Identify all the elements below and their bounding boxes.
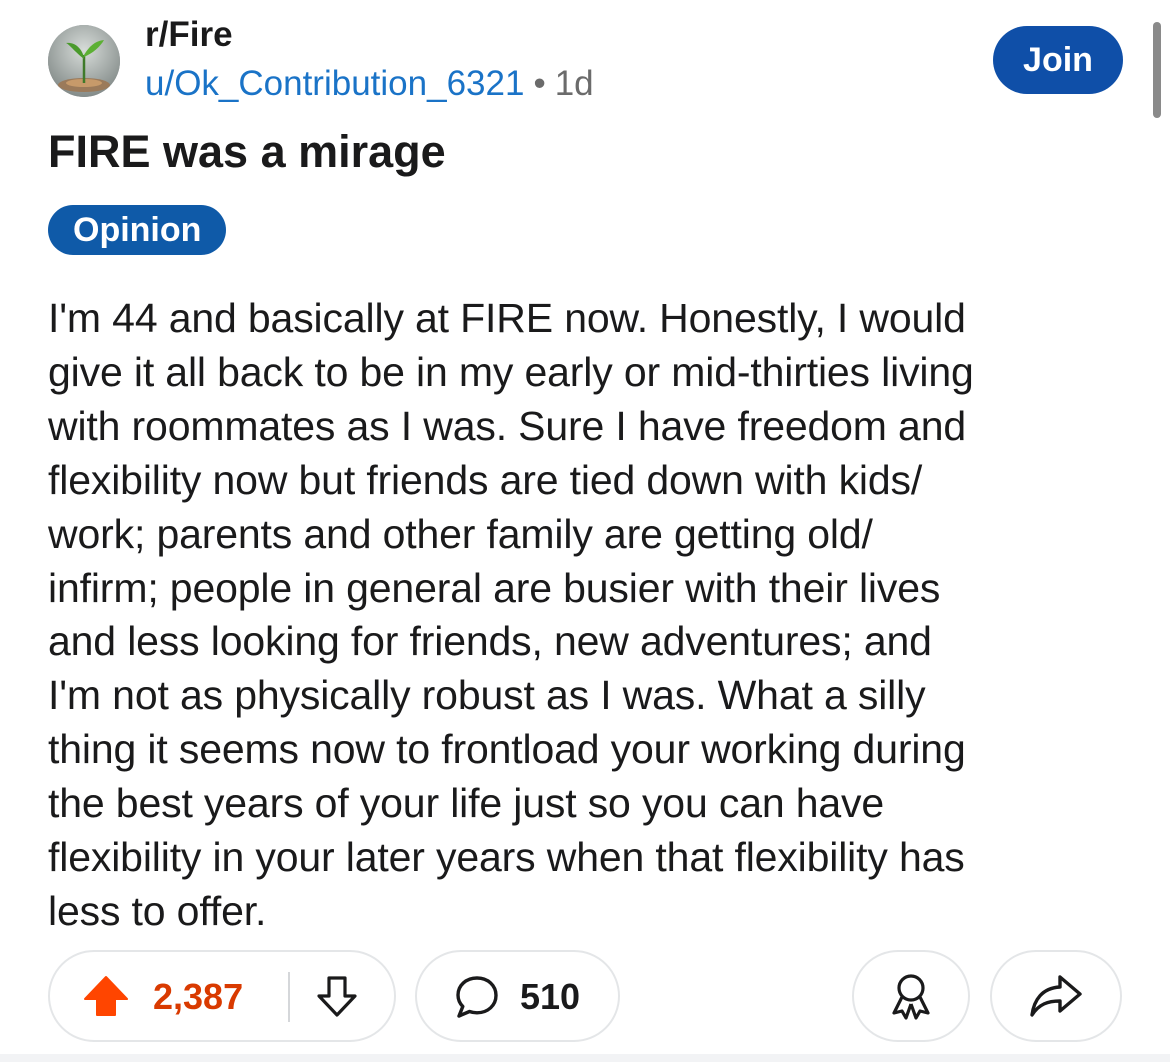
share-button[interactable] (990, 950, 1122, 1042)
post-meta: u/Ok_Contribution_6321 • 1d (145, 64, 594, 104)
comments-button[interactable]: 510 (415, 950, 620, 1042)
share-arrow-icon (1030, 975, 1082, 1017)
join-button[interactable]: Join (993, 26, 1123, 94)
meta-separator: • (533, 64, 546, 103)
subreddit-name[interactable]: r/Fire (145, 15, 233, 55)
award-button[interactable] (852, 950, 970, 1042)
post-age: 1d (554, 64, 594, 103)
author-link[interactable]: u/Ok_Contribution_6321 (145, 64, 524, 103)
comment-count: 510 (520, 976, 581, 1017)
divider (0, 1054, 1170, 1062)
award-icon (892, 974, 930, 1020)
vote-bar: 2,387 (48, 950, 396, 1042)
scrollbar[interactable] (1153, 22, 1161, 118)
post-title: FIRE was a mirage (48, 126, 446, 177)
vote-divider (288, 972, 290, 1022)
post-body: I'm 44 and basically at FIRE now. Honest… (48, 295, 974, 934)
subreddit-avatar[interactable] (48, 25, 120, 97)
upvote-arrow-icon[interactable] (83, 975, 129, 1017)
post-flair[interactable]: Opinion (48, 205, 227, 255)
plant-sprout-icon (48, 25, 120, 97)
downvote-arrow-icon[interactable] (314, 973, 360, 1019)
post-card: r/Fire u/Ok_Contribution_6321 • 1d Join FI… (0, 0, 1170, 1062)
upvote-count: 2,387 (153, 976, 244, 1017)
comment-bubble-icon (456, 976, 498, 1018)
